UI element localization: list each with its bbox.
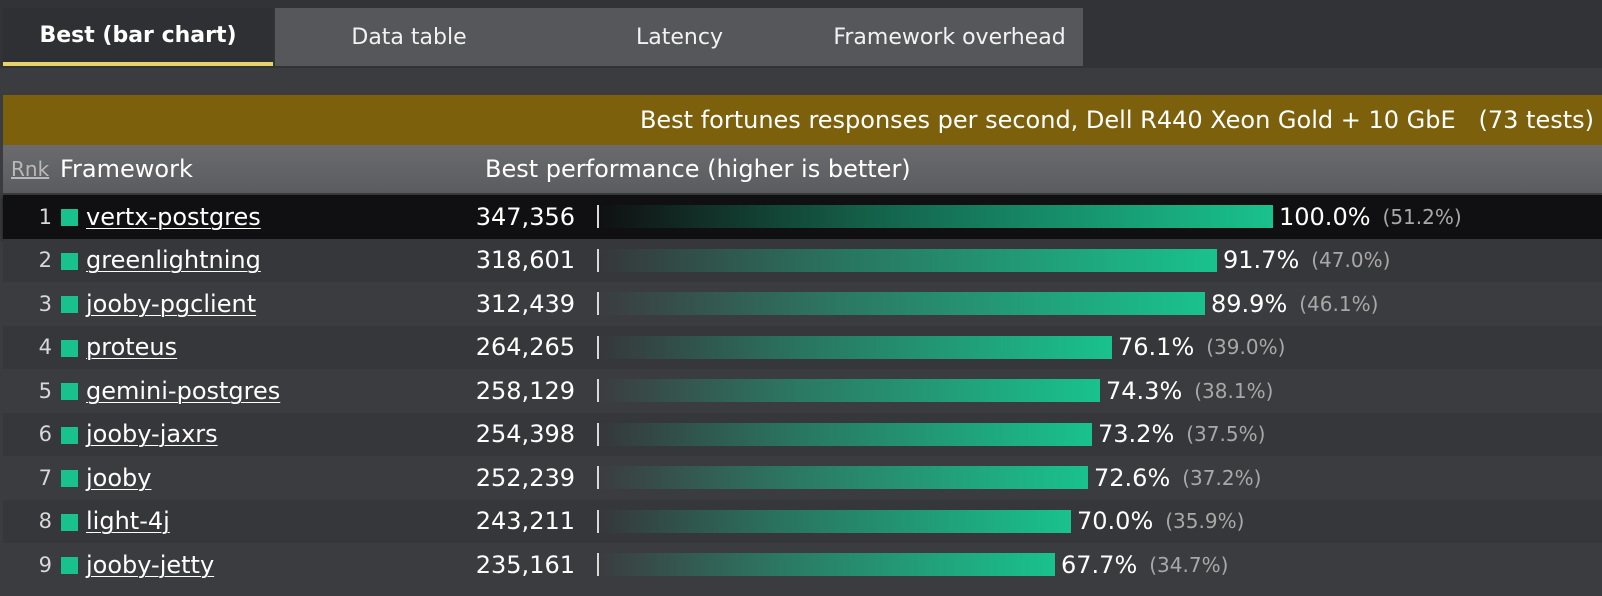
rank-number: 5 [38,378,52,403]
framework-link[interactable]: vertx-postgres [86,195,261,239]
performance-bar [599,292,1205,315]
table-row: 2 greenlightning 318,601 91.7% (47.0%) [3,238,1602,283]
percent-label: 67.7% (34.7%) [1061,543,1228,587]
table-row: 1 vertx-postgres 347,356 100.0% (51.2%) [3,195,1602,239]
framework-link[interactable]: jooby-jaxrs [86,413,218,457]
table-row: 4 proteus 264,265 76.1% (39.0%) [3,325,1602,370]
rank-number: 9 [38,552,52,577]
percent-of-max: (47.0%) [1311,248,1391,273]
responses-per-second: 254,398 [475,420,575,449]
percent-label: 91.7% (47.0%) [1223,239,1390,283]
performance-bar [599,205,1273,228]
performance-bar [599,379,1100,402]
tab-framework-overhead[interactable]: Framework overhead [816,8,1083,66]
framework-link[interactable]: proteus [86,326,177,370]
percent-of-max: (39.0%) [1206,335,1286,360]
framework-color-swatch [61,513,78,531]
responses-per-second: 347,356 [475,202,575,231]
percent-of-best: 74.3% [1106,376,1183,405]
percent-of-max: (51.2%) [1382,204,1462,229]
rank-number: 1 [38,204,52,229]
percent-label: 72.6% (37.2%) [1094,456,1261,500]
table-row: 6 jooby-jaxrs 254,398 73.2% (37.5%) [3,412,1602,457]
responses-per-second: 235,161 [475,550,575,579]
percent-label: 100.0% (51.2%) [1279,195,1462,239]
rank-number: 2 [38,248,52,273]
performance-bar [599,509,1071,533]
percent-of-max: (37.2%) [1182,465,1262,490]
rank-number: 6 [38,422,52,447]
responses-per-second: 243,211 [475,507,575,536]
performance-bar [599,422,1092,446]
results-list: 1 vertx-postgres 347,356 100.0% (51.2%) 2 gree… [3,195,1602,587]
responses-per-second: 318,601 [475,246,575,275]
percent-label: 76.1% (39.0%) [1118,326,1285,370]
framework-link[interactable]: light-4j [86,500,170,544]
percent-label: 73.2% (37.5%) [1098,413,1265,457]
percent-of-max: (34.7%) [1149,552,1229,577]
percent-label: 89.9% (46.1%) [1211,282,1378,326]
tab-best-bar-chart[interactable]: Best (bar chart) [3,8,273,66]
performance-bar [599,553,1055,576]
percent-label: 74.3% (38.1%) [1106,369,1273,413]
percent-of-best: 100.0% [1279,202,1371,231]
framework-color-swatch [61,252,78,270]
responses-per-second: 264,265 [475,333,575,362]
framework-link[interactable]: jooby-pgclient [86,282,256,326]
framework-color-swatch [61,209,78,226]
framework-color-swatch [61,296,78,313]
framework-link[interactable]: greenlightning [86,239,261,283]
framework-color-swatch [61,426,78,444]
chart-title: Best fortunes responses per second, Dell… [3,95,1602,145]
tab-data-table[interactable]: Data table [275,8,543,66]
performance-bar [599,248,1217,272]
table-row: 5 gemini-postgres 258,129 74.3% (38.1%) [3,369,1602,413]
percent-of-best: 73.2% [1098,420,1175,449]
percent-of-best: 72.6% [1094,463,1171,492]
table-row: 3 jooby-pgclient 312,439 89.9% (46.1%) [3,282,1602,326]
table-row: 9 jooby-jetty 235,161 67.7% (34.7%) [3,543,1602,587]
percent-of-best: 76.1% [1118,333,1195,362]
percent-of-best: 89.9% [1211,289,1288,318]
framework-header: Framework [60,155,193,183]
tab-latency[interactable]: Latency [543,8,816,66]
responses-per-second: 258,129 [475,376,575,405]
framework-color-swatch [61,470,78,487]
tab-bar: Best (bar chart) Data table Latency Fram… [0,0,1602,68]
percent-label: 70.0% (35.9%) [1077,500,1244,544]
table-row: 8 light-4j 243,211 70.0% (35.9%) [3,499,1602,544]
framework-link[interactable]: jooby-jetty [86,543,214,587]
percent-of-max: (37.5%) [1186,422,1266,447]
responses-per-second: 252,239 [475,463,575,492]
rank-header[interactable]: Rnk [11,145,49,193]
performance-bar [599,335,1112,359]
framework-link[interactable]: gemini-postgres [86,369,280,413]
percent-of-max: (38.1%) [1194,378,1274,403]
framework-link[interactable]: jooby [86,456,151,500]
rank-number: 4 [38,335,52,360]
percent-of-best: 67.7% [1061,550,1138,579]
table-row: 7 jooby 252,239 72.6% (37.2%) [3,456,1602,500]
framework-color-swatch [61,383,78,400]
percent-of-best: 70.0% [1077,507,1154,536]
rank-number: 8 [38,509,52,534]
performance-bar [599,466,1088,489]
framework-color-swatch [61,557,78,574]
performance-header: Best performance (higher is better) [485,155,911,183]
percent-of-max: (46.1%) [1299,291,1379,316]
rank-number: 7 [38,465,52,490]
percent-of-max: (35.9%) [1165,509,1245,534]
framework-color-swatch [61,339,78,357]
responses-per-second: 312,439 [475,289,575,318]
table-header: Rnk Framework Best performance (higher i… [3,145,1602,193]
rank-number: 3 [38,291,52,316]
percent-of-best: 91.7% [1223,246,1300,275]
